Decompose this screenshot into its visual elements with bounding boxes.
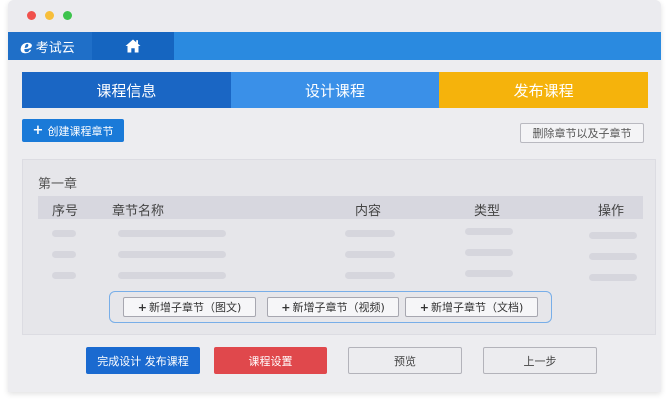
add-subchapter-text-button[interactable]: + 新增子章节（图文) (123, 297, 256, 317)
plus-icon: + (32, 123, 44, 138)
close-window-dot[interactable] (27, 11, 36, 20)
create-chapter-button[interactable]: + 创建课程章节 (22, 119, 124, 142)
step-publish-course[interactable]: 发布课程 (439, 72, 649, 108)
preview-button[interactable]: 预览 (348, 347, 462, 374)
add-subchapter-document-button[interactable]: + 新增子章节（文档) (405, 297, 538, 317)
logo-text: 考试云 (35, 40, 75, 56)
add-subchapter-video-label: 新增子章节（视频) (292, 301, 385, 314)
home-tab[interactable] (92, 32, 174, 60)
chapter-table-header: 序号 章节名称 内容 类型 操作 (38, 196, 643, 219)
delete-chapter-button[interactable]: 删除章节以及子章节 (520, 123, 644, 143)
app-window: e 考试云 课程信息 设计课程 发布课程 + 创建课程章节 删除章节以及子章节 … (8, 0, 661, 392)
step-design-course[interactable]: 设计课程 (230, 72, 440, 108)
app-header: e 考试云 (8, 32, 661, 60)
add-subchapter-group: + 新增子章节（图文) + 新增子章节（视频) + 新增子章节（文档) (109, 291, 552, 323)
plus-icon: + (137, 300, 147, 314)
minimize-window-dot[interactable] (45, 11, 54, 20)
previous-step-button[interactable]: 上一步 (483, 347, 597, 374)
finish-publish-button[interactable]: 完成设计 发布课程 (86, 347, 200, 374)
column-chapter-name: 章节名称 (112, 204, 165, 219)
window-titlebar (8, 0, 661, 32)
add-subchapter-video-button[interactable]: + 新增子章节（视频) (267, 297, 399, 317)
main-content: 课程信息 设计课程 发布课程 + 创建课程章节 删除章节以及子章节 第一章 序号… (8, 60, 661, 392)
add-subchapter-document-label: 新增子章节（文档) (430, 301, 524, 314)
add-subchapter-text-label: 新增子章节（图文) (148, 301, 242, 314)
plus-icon: + (281, 300, 291, 314)
chapter-title: 第一章 (38, 177, 78, 192)
logo-e-icon: e (20, 34, 33, 58)
course-settings-button[interactable]: 课程设置 (214, 347, 327, 374)
column-actions: 操作 (598, 204, 625, 219)
app-logo[interactable]: e 考试云 (8, 32, 92, 60)
maximize-window-dot[interactable] (63, 11, 72, 20)
column-type: 类型 (474, 204, 501, 219)
column-content: 内容 (355, 204, 382, 219)
create-chapter-label: 创建课程章节 (47, 124, 114, 138)
step-progress: 课程信息 设计课程 发布课程 (22, 72, 649, 108)
home-icon (125, 39, 141, 53)
step-course-info[interactable]: 课程信息 (22, 72, 231, 108)
plus-icon: + (419, 300, 429, 314)
column-index: 序号 (52, 204, 79, 219)
